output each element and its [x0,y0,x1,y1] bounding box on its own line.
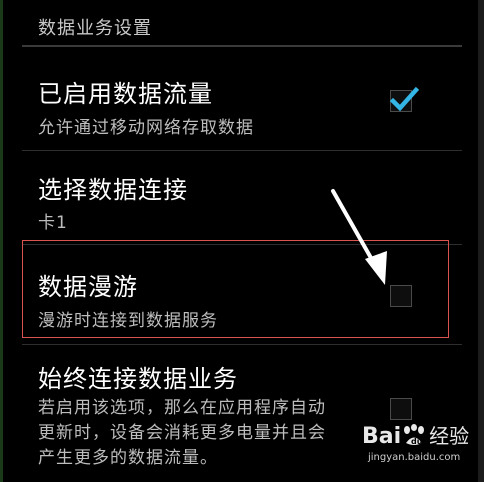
baidu-watermark: Bai du 经验 jingyan.baidu.com [362,420,472,470]
pref-select-data-connection-summary: 卡1 [38,213,68,233]
pref-data-enabled-title: 已启用数据流量 [38,80,213,108]
pref-always-connect-summary: 若启用该选项，那么在应用程序自动更新时，设备会消耗更多电量并且会产生更多的数据流… [38,398,326,468]
pref-data-enabled-summary: 允许通过移动网络存取数据 [38,118,254,138]
watermark-url: jingyan.baidu.com [368,452,461,463]
svg-text:du: du [411,437,423,446]
arrow-annotation-icon [331,189,387,285]
pref-select-data-connection-title: 选择数据连接 [38,176,188,204]
settings-screen: 数据业务设置 已启用数据流量 允许通过移动网络存取数据 选择数据连接 卡1 数据… [0,0,484,482]
watermark-logo: Bai du 经验 [362,420,469,449]
section-header: 数据业务设置 [38,18,152,39]
watermark-logo-text: Bai [362,424,402,449]
baidu-paw-icon: du [404,424,425,446]
data-enabled-checkbox[interactable] [389,86,419,112]
watermark-logo-text-cn: 经验 [429,424,470,448]
section-header-divider [22,45,462,47]
always-connect-checkbox[interactable] [390,398,412,420]
item-divider [22,150,462,151]
left-edge [0,0,3,482]
pref-always-connect-title: 始终连接数据业务 [38,365,238,393]
item-divider [22,344,462,345]
scrollbar-track [478,0,484,482]
checkmark-icon [389,86,419,112]
